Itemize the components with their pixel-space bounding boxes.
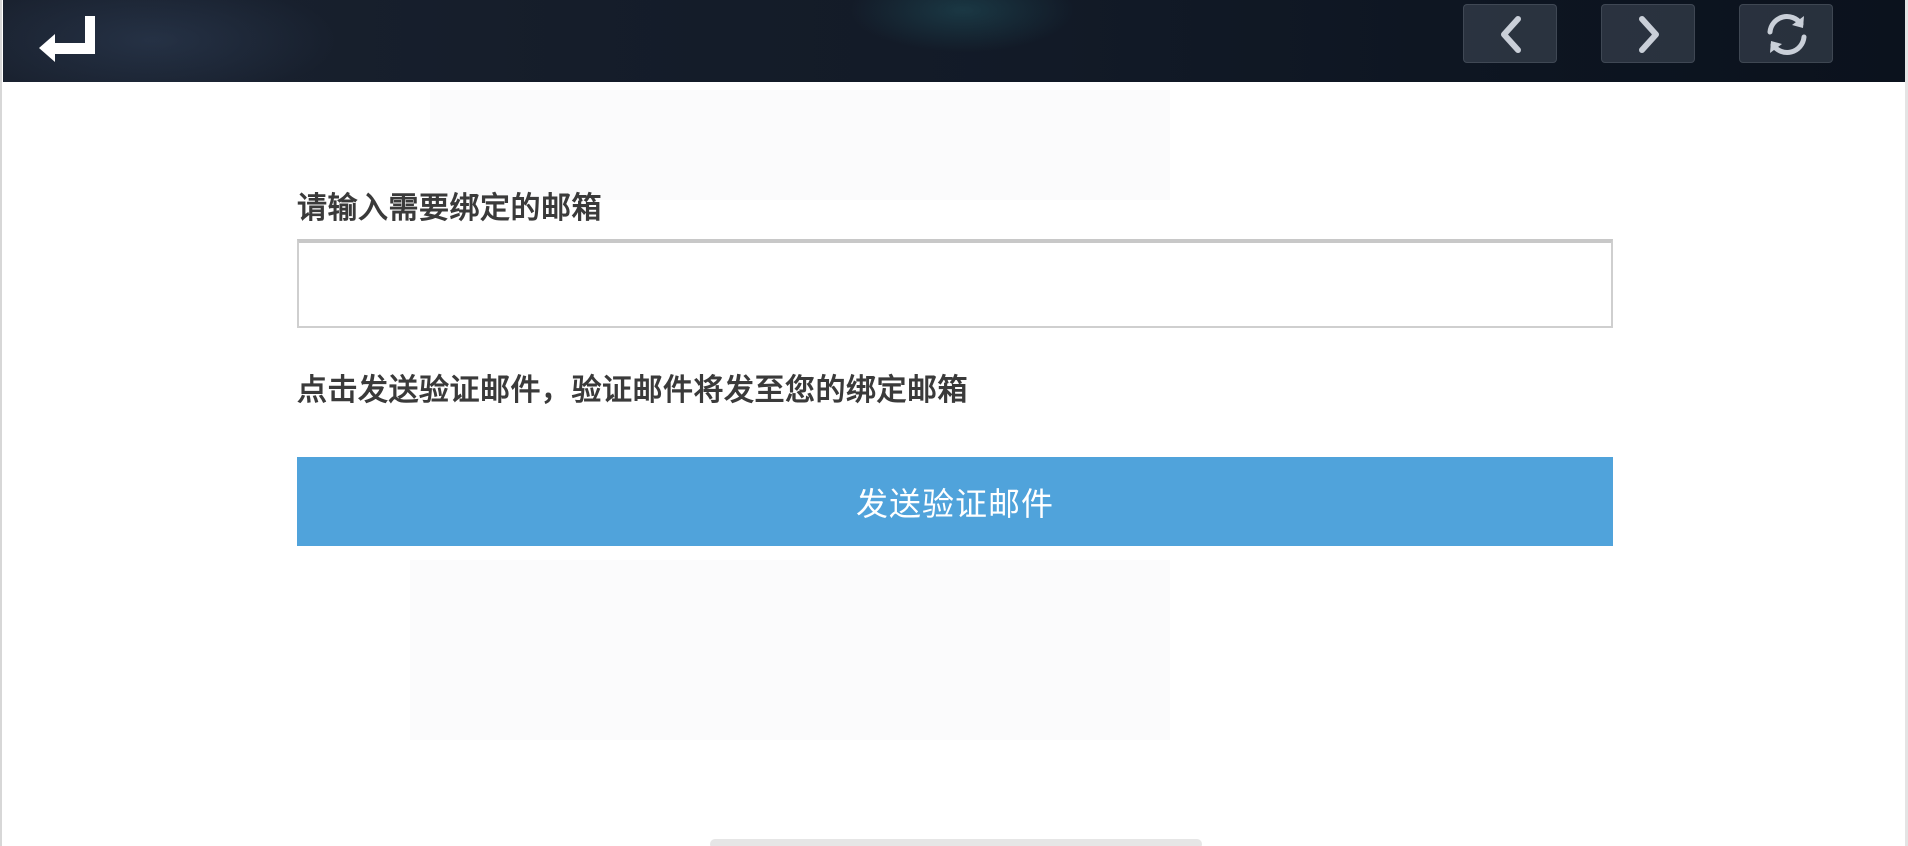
next-button[interactable] xyxy=(1601,4,1695,63)
return-arrow-icon xyxy=(39,16,95,62)
back-button[interactable] xyxy=(33,10,103,70)
send-verification-email-button[interactable]: 发送验证邮件 xyxy=(297,457,1613,546)
refresh-icon xyxy=(1767,14,1807,55)
chevron-left-icon xyxy=(1501,16,1521,53)
previous-button[interactable] xyxy=(1463,4,1557,63)
refresh-button[interactable] xyxy=(1739,4,1833,63)
send-hint-text: 点击发送验证邮件，验证邮件将发至您的绑定邮箱 xyxy=(297,373,968,408)
chevron-right-icon xyxy=(1639,16,1659,53)
bottom-handle[interactable] xyxy=(710,839,1202,846)
top-toolbar xyxy=(3,0,1905,82)
email-binding-screen: 请输入需要绑定的邮箱 点击发送验证邮件，验证邮件将发至您的绑定邮箱 发送验证邮件 xyxy=(0,0,1908,846)
background-watermark xyxy=(410,560,1170,740)
email-input[interactable] xyxy=(297,239,1613,328)
email-label: 请输入需要绑定的邮箱 xyxy=(297,191,602,226)
